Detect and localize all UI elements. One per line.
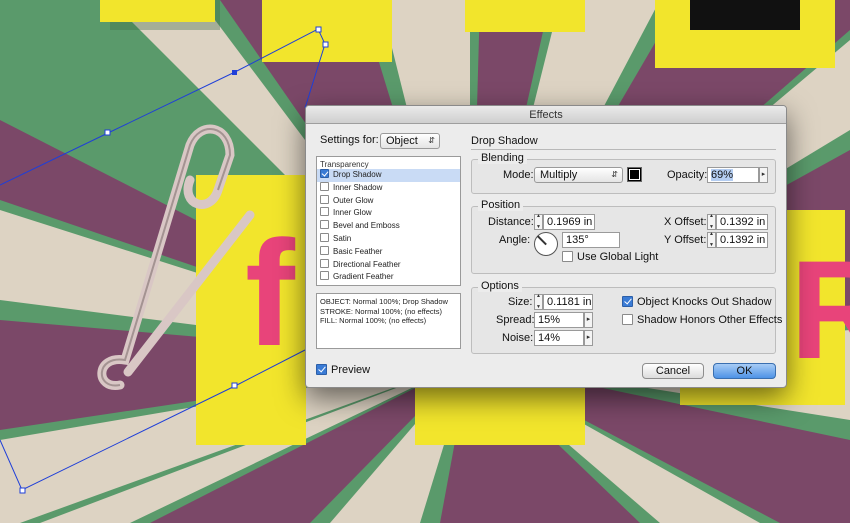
size-stepper[interactable] bbox=[534, 293, 543, 310]
effect-item[interactable]: Gradient Feather bbox=[317, 271, 460, 284]
x-offset-field[interactable]: 0.1392 in bbox=[716, 214, 768, 230]
effect-checkbox[interactable] bbox=[320, 194, 329, 204]
effect-item-label: Outer Glow bbox=[333, 195, 374, 205]
distance-stepper[interactable] bbox=[534, 213, 543, 230]
distance-value: 0.1969 in bbox=[547, 216, 593, 228]
honors-effects-checkbox[interactable]: Shadow Honors Other Effects bbox=[622, 314, 782, 326]
angle-dial[interactable] bbox=[534, 232, 558, 256]
anchor-point-selected bbox=[232, 70, 237, 75]
preview-check-icon bbox=[316, 364, 327, 375]
effect-checkbox[interactable] bbox=[320, 220, 329, 230]
letter-r: R bbox=[790, 231, 850, 388]
noise-value: 14% bbox=[538, 332, 561, 344]
effect-item-label: Bevel and Emboss bbox=[333, 221, 400, 231]
popup-arrows-icon: ⇵ bbox=[428, 136, 435, 145]
effect-checkbox[interactable] bbox=[320, 245, 329, 255]
spread-value: 15% bbox=[538, 314, 561, 326]
effect-item-label: Gradient Feather bbox=[333, 272, 394, 282]
dialog-title[interactable]: Effects bbox=[306, 106, 786, 124]
effect-item[interactable]: Satin bbox=[317, 232, 460, 246]
effect-item[interactable]: Bevel and Emboss bbox=[317, 220, 460, 233]
angle-value: 135° bbox=[566, 234, 589, 246]
blending-label: Blending bbox=[478, 152, 527, 164]
effect-item-label: Basic Feather bbox=[333, 246, 383, 256]
effect-item[interactable]: Inner Shadow bbox=[317, 181, 460, 195]
spread-field[interactable]: 15% bbox=[534, 312, 584, 328]
opacity-value: 69% bbox=[711, 169, 734, 181]
spread-menu-arrow[interactable]: ▸ bbox=[584, 312, 593, 328]
effect-item-label: Directional Feather bbox=[333, 259, 401, 269]
noise-menu-arrow[interactable]: ▸ bbox=[584, 330, 593, 346]
summary-line: OBJECT: Normal 100%; Drop Shadow bbox=[320, 297, 448, 306]
effect-item-label: Inner Glow bbox=[333, 208, 372, 218]
popup-arrows-icon: ⇵ bbox=[611, 170, 618, 179]
honors-effects-check-icon bbox=[622, 314, 633, 325]
effects-items: Drop Shadow Inner Shadow Outer Glow Inner G… bbox=[317, 169, 460, 284]
use-global-light-check-icon bbox=[562, 251, 573, 262]
position-label: Position bbox=[478, 199, 524, 211]
effect-item[interactable]: Directional Feather bbox=[317, 258, 460, 272]
settings-for-value: Object bbox=[386, 135, 418, 147]
size-value: 0.1181 in bbox=[547, 296, 592, 308]
mode-popup[interactable]: Multiply ⇵ bbox=[534, 167, 623, 183]
size-label: Size: bbox=[508, 296, 533, 308]
honors-effects-label: Shadow Honors Other Effects bbox=[637, 314, 783, 326]
effect-checkbox[interactable] bbox=[320, 258, 329, 268]
angle-field[interactable]: 135° bbox=[562, 232, 620, 248]
options-label: Options bbox=[478, 280, 522, 292]
effect-item[interactable]: Outer Glow bbox=[317, 194, 460, 208]
effect-checkbox[interactable] bbox=[320, 169, 329, 178]
knocks-out-label: Object Knocks Out Shadow bbox=[637, 296, 772, 308]
effect-item-label: Inner Shadow bbox=[333, 182, 383, 192]
effect-item-label: Satin bbox=[333, 233, 352, 243]
distance-label: Distance: bbox=[488, 216, 534, 228]
use-global-light-label: Use Global Light bbox=[577, 251, 659, 263]
effects-list-header[interactable]: Transparency bbox=[317, 157, 460, 169]
opacity-label: Opacity: bbox=[667, 169, 708, 181]
y-offset-stepper[interactable] bbox=[707, 231, 716, 248]
effect-item-label: Drop Shadow bbox=[333, 170, 382, 179]
effect-item[interactable]: Drop Shadow bbox=[317, 169, 460, 182]
y-offset-value: 0.1392 in bbox=[720, 234, 766, 246]
mode-value: Multiply bbox=[540, 169, 578, 181]
effect-checkbox[interactable] bbox=[320, 181, 329, 191]
effects-list[interactable]: Transparency Drop Shadow Inner Shadow Oute… bbox=[316, 156, 461, 286]
x-offset-label: X Offset: bbox=[664, 216, 707, 228]
summary-line: FILL: Normal 100%; (no effects) bbox=[320, 316, 427, 325]
effects-summary: OBJECT: Normal 100%; Drop Shadow STROKE:… bbox=[316, 293, 461, 349]
preview-checkbox[interactable]: Preview bbox=[316, 364, 370, 376]
effect-item[interactable]: Basic Feather bbox=[317, 245, 460, 259]
x-offset-value: 0.1392 in bbox=[720, 216, 766, 228]
mode-label: Mode: bbox=[503, 169, 534, 181]
settings-for-popup[interactable]: Object ⇵ bbox=[380, 133, 440, 149]
preview-label: Preview bbox=[331, 364, 371, 376]
summary-line: STROKE: Normal 100%; (no effects) bbox=[320, 306, 442, 316]
effect-item[interactable]: Inner Glow bbox=[317, 207, 460, 220]
ok-button[interactable]: OK bbox=[713, 363, 776, 379]
spread-label: Spread: bbox=[496, 314, 535, 326]
noise-field[interactable]: 14% bbox=[534, 330, 584, 346]
shadow-color-swatch[interactable] bbox=[627, 167, 642, 182]
opacity-menu-arrow[interactable]: ▸ bbox=[759, 167, 768, 183]
noise-label: Noise: bbox=[502, 332, 534, 344]
x-offset-stepper[interactable] bbox=[707, 213, 716, 230]
size-field[interactable]: 0.1181 in bbox=[543, 294, 593, 310]
y-offset-label: Y Offset: bbox=[664, 234, 707, 246]
distance-field[interactable]: 0.1969 in bbox=[543, 214, 595, 230]
section-divider bbox=[471, 149, 776, 150]
effect-checkbox[interactable] bbox=[320, 232, 329, 242]
opacity-field[interactable]: 69% bbox=[707, 167, 759, 183]
knocks-out-check-icon bbox=[622, 296, 633, 307]
use-global-light-checkbox[interactable]: Use Global Light bbox=[562, 251, 658, 263]
knocks-out-checkbox[interactable]: Object Knocks Out Shadow bbox=[622, 296, 772, 308]
cancel-button[interactable]: Cancel bbox=[642, 363, 704, 379]
y-offset-field[interactable]: 0.1392 in bbox=[716, 232, 768, 248]
effect-checkbox[interactable] bbox=[320, 271, 329, 281]
effects-dialog: Effects Settings for: Object ⇵ Transpare… bbox=[305, 105, 787, 388]
letter-f: f bbox=[245, 209, 295, 377]
angle-label: Angle: bbox=[499, 234, 531, 246]
effect-checkbox[interactable] bbox=[320, 207, 329, 217]
section-title: Drop Shadow bbox=[471, 135, 538, 147]
settings-for-label: Settings for: bbox=[320, 134, 379, 146]
